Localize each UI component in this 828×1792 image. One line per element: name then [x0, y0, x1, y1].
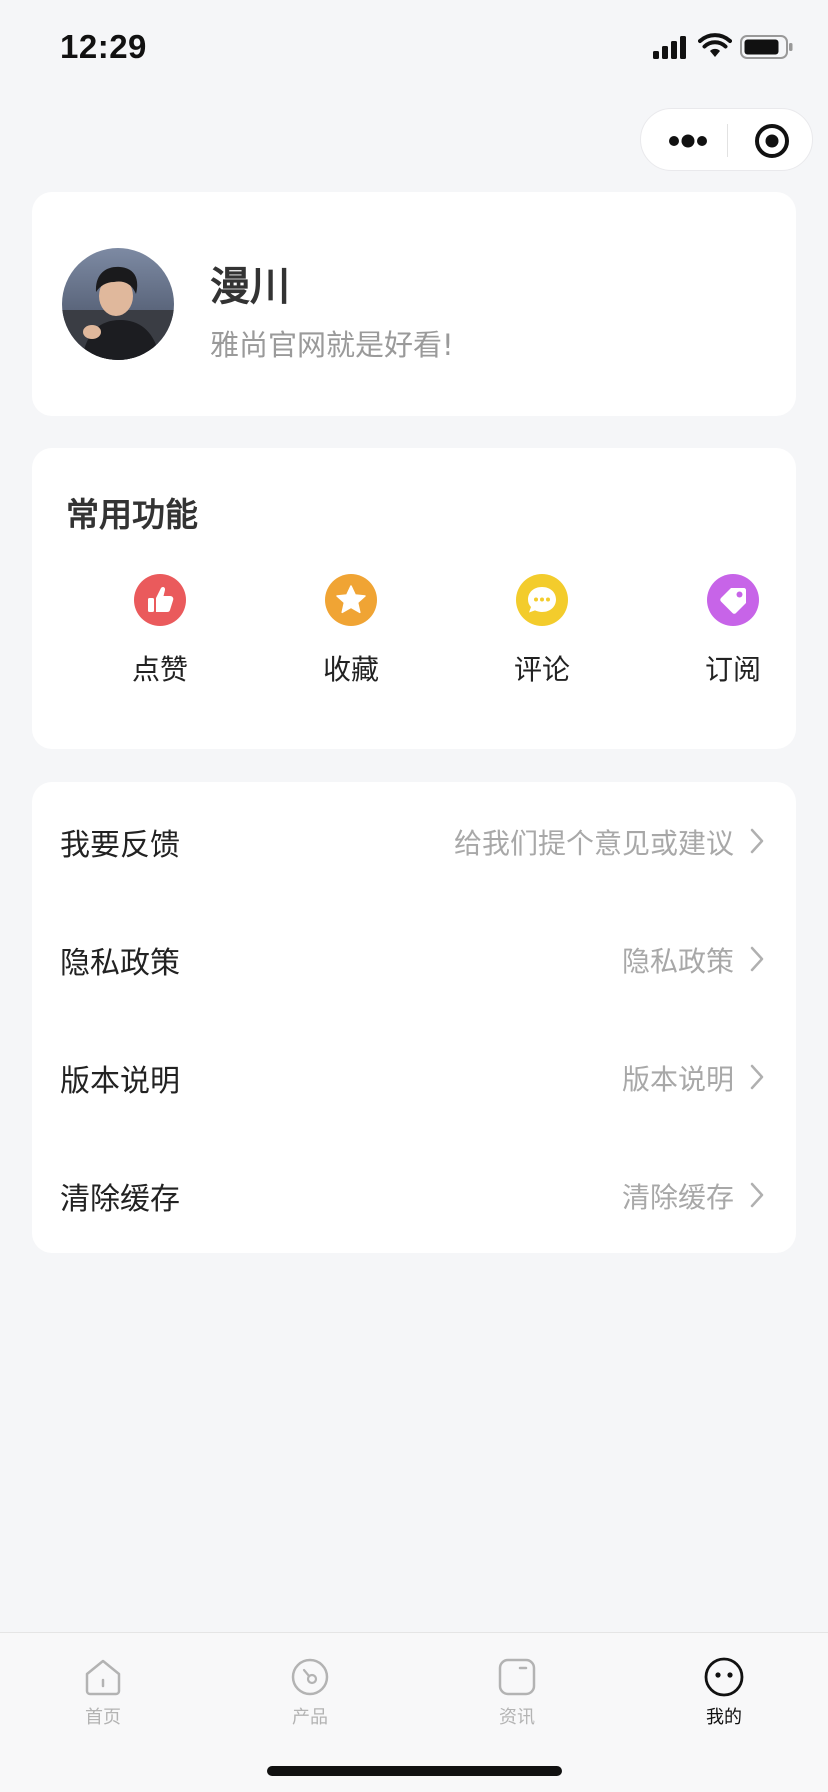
menu-label: 清除缓存 [60, 1182, 180, 1217]
feature-label: 订阅 [704, 653, 761, 686]
capsule-menu [640, 108, 813, 171]
feature-label: 评论 [513, 653, 570, 686]
features-card: 常用功能 点赞 收藏 评论 订阅 [32, 448, 796, 749]
menu-label: 我要反馈 [60, 828, 180, 863]
tab-profile[interactable]: 我的 [659, 1643, 789, 1743]
tab-label: 首页 [85, 1707, 121, 1728]
comment-icon [516, 574, 568, 626]
menu-label: 版本说明 [60, 1064, 180, 1099]
feature-label: 点赞 [131, 653, 188, 686]
capsule-divider [727, 124, 728, 157]
thumbs-up-icon [134, 574, 186, 626]
more-dots-icon[interactable] [667, 129, 711, 153]
menu-value: 隐私政策 [621, 945, 734, 978]
menu-value: 版本说明 [621, 1063, 734, 1096]
profile-icon [704, 1657, 744, 1697]
profile-card[interactable]: 漫川 雅尚官网就是好看! [32, 192, 796, 416]
menu-value: 清除缓存 [621, 1181, 734, 1214]
news-icon [498, 1658, 536, 1696]
wifi-icon [698, 33, 732, 57]
product-icon [291, 1658, 329, 1696]
feature-subscribe[interactable]: 订阅 [668, 574, 798, 704]
feature-label: 收藏 [322, 653, 379, 686]
avatar[interactable] [62, 248, 174, 360]
tab-home[interactable]: 首页 [38, 1643, 168, 1743]
menu-value: 给我们提个意见或建议 [453, 827, 734, 860]
battery-icon [740, 35, 793, 59]
home-indicator[interactable] [267, 1766, 562, 1776]
home-icon [85, 1659, 121, 1696]
menu-item-clear-cache[interactable]: 清除缓存 清除缓存 [32, 1136, 796, 1254]
chevron-right-icon [750, 828, 764, 854]
tab-label: 资讯 [499, 1707, 535, 1728]
feature-favorite[interactable]: 收藏 [286, 574, 416, 704]
target-circle-icon[interactable] [753, 122, 791, 160]
menu-item-version[interactable]: 版本说明 版本说明 [32, 1018, 796, 1136]
tag-icon [707, 574, 759, 626]
features-title: 常用功能 [66, 495, 198, 534]
menu-label: 隐私政策 [60, 946, 180, 981]
menu-item-privacy[interactable]: 隐私政策 隐私政策 [32, 900, 796, 1018]
tab-label: 产品 [292, 1707, 328, 1728]
user-name: 漫川 [210, 264, 290, 310]
user-motto: 雅尚官网就是好看! [210, 328, 454, 362]
tab-products[interactable]: 产品 [245, 1643, 375, 1743]
menu-item-feedback[interactable]: 我要反馈 给我们提个意见或建议 [32, 782, 796, 900]
feature-comment[interactable]: 评论 [477, 574, 607, 704]
signal-icon [653, 36, 686, 59]
chevron-right-icon [750, 1064, 764, 1090]
status-bar: 12:29 [0, 0, 828, 100]
menu-card: 我要反馈 给我们提个意见或建议 隐私政策 隐私政策 版本说明 版本说明 清除缓存… [32, 782, 796, 1253]
status-time: 12:29 [60, 28, 147, 65]
feature-like[interactable]: 点赞 [95, 574, 225, 704]
tab-news[interactable]: 资讯 [452, 1643, 582, 1743]
chevron-right-icon [750, 946, 764, 972]
tab-label: 我的 [706, 1707, 742, 1728]
star-icon [325, 574, 377, 626]
chevron-right-icon [750, 1182, 764, 1208]
